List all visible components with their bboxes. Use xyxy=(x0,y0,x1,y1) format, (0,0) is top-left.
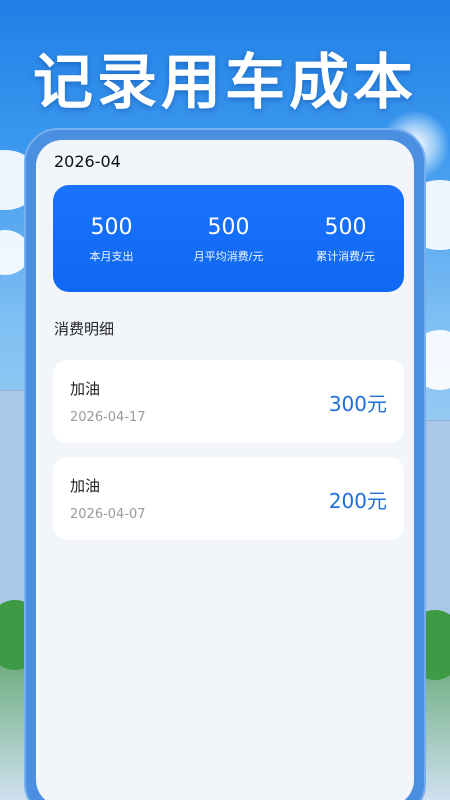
expense-record[interactable]: 加油 2026-04-07 200元 xyxy=(53,457,404,540)
app-screen: 2026-04 500 本月支出 500 月平均消费/元 500 累计消费/元 … xyxy=(36,140,414,800)
stat-value: 500 xyxy=(90,214,133,240)
record-amount: 300元 xyxy=(328,392,387,416)
stat-value: 500 xyxy=(324,214,367,240)
stat-monthly-average: 500 月平均消费/元 xyxy=(174,214,284,264)
summary-card: 500 本月支出 500 月平均消费/元 500 累计消费/元 xyxy=(53,185,404,292)
record-title: 加油 xyxy=(70,477,101,495)
record-date: 2026-04-07 xyxy=(70,507,146,522)
promo-headline: 记录用车成本 xyxy=(33,48,417,118)
stat-label: 月平均消费/元 xyxy=(193,249,264,263)
record-amount: 200元 xyxy=(328,489,387,513)
record-title: 加油 xyxy=(70,380,101,398)
section-title: 消费明细 xyxy=(54,320,115,338)
stat-cumulative: 500 累计消费/元 xyxy=(291,214,401,264)
expense-record[interactable]: 加油 2026-04-17 300元 xyxy=(53,360,404,443)
expense-list: 加油 2026-04-17 300元 加油 2026-04-07 200元 xyxy=(53,360,404,554)
month-selector[interactable]: 2026-04 xyxy=(54,152,121,171)
stat-monthly-spend: 500 本月支出 xyxy=(57,214,167,264)
phone-frame: 2026-04 500 本月支出 500 月平均消费/元 500 累计消费/元 … xyxy=(24,128,426,800)
stat-value: 500 xyxy=(207,214,250,240)
stat-label: 累计消费/元 xyxy=(316,249,375,263)
record-date: 2026-04-17 xyxy=(70,410,146,425)
stat-label: 本月支出 xyxy=(89,249,134,263)
